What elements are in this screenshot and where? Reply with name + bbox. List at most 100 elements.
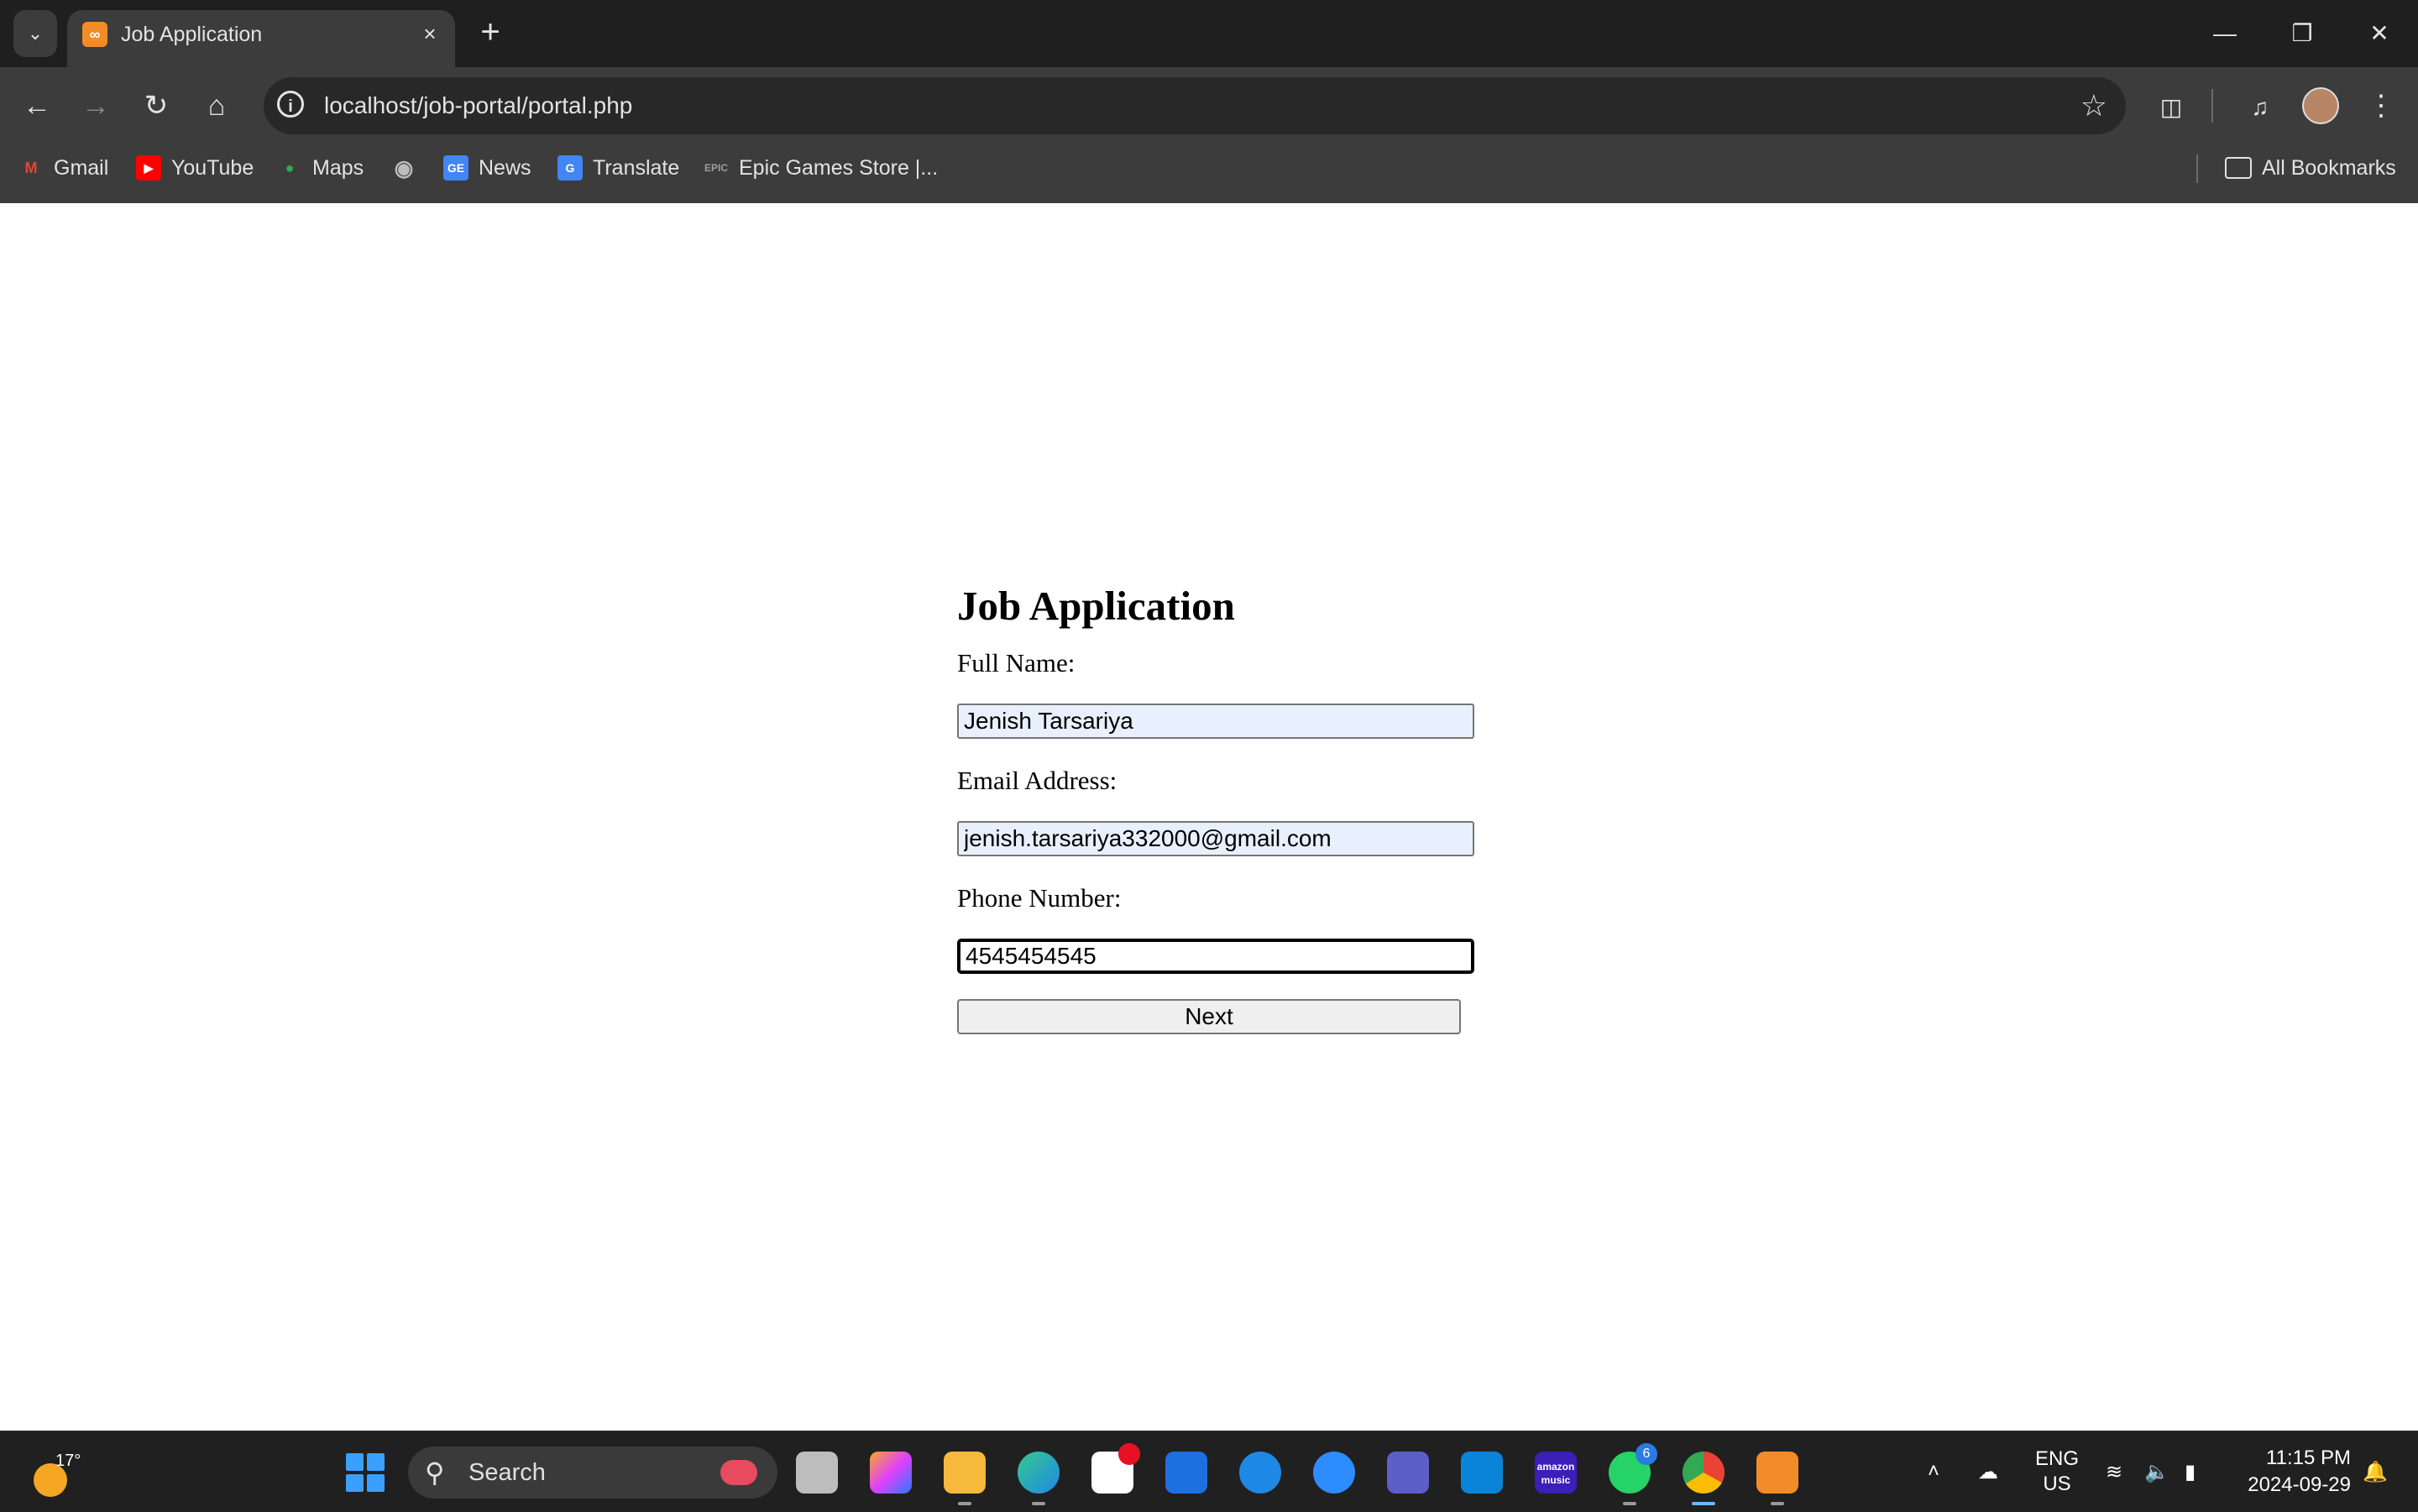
tab-strip: ⌄ ∞ Job Application × + — ❐ ✕ xyxy=(0,0,2418,67)
all-bookmarks-button[interactable]: All Bookmarks xyxy=(2225,144,2396,191)
clock[interactable]: 11:15 PM 2024-09-29 xyxy=(2233,1445,2351,1499)
minimize-button[interactable]: — xyxy=(2200,10,2250,57)
bookmark-youtube[interactable]: ▶ YouTube xyxy=(136,144,254,191)
phone-input[interactable] xyxy=(957,939,1474,974)
windows-logo-icon xyxy=(346,1453,364,1471)
bookmark-label: Maps xyxy=(312,155,364,180)
bookmark-label: Epic Games Store |... xyxy=(739,155,939,180)
bookmark-label: Gmail xyxy=(54,155,109,180)
news-icon: GE xyxy=(443,155,468,180)
toolbar-divider xyxy=(2211,89,2213,123)
site-info-icon[interactable]: i xyxy=(277,91,304,118)
running-indicator-active xyxy=(1692,1502,1715,1505)
url-text[interactable]: localhost/job-portal/portal.php xyxy=(324,77,632,134)
taskbar-search[interactable]: ⚲ Search xyxy=(408,1447,777,1499)
bookmark-gmail[interactable]: M Gmail xyxy=(18,144,109,191)
media-queue-icon: ♫ xyxy=(2251,94,2269,120)
lang-bottom: US xyxy=(2043,1473,2071,1495)
weather-widget[interactable]: 17° xyxy=(30,1448,81,1497)
bookmark-label: YouTube xyxy=(171,155,254,180)
maps-icon: ● xyxy=(285,160,295,176)
windows-logo-icon xyxy=(346,1474,364,1492)
bookmark-translate[interactable]: G Translate xyxy=(557,144,679,191)
bookmark-label: News xyxy=(479,155,531,180)
zoom-icon[interactable] xyxy=(1313,1452,1355,1494)
form-heading: Job Application xyxy=(957,583,1235,629)
reload-icon: ↻ xyxy=(144,90,169,122)
onedrive-error-icon[interactable]: ☁ xyxy=(1978,1431,1998,1512)
show-hidden-icons-button[interactable]: ˄ xyxy=(1928,1431,1939,1512)
bookmark-star-icon[interactable]: ☆ xyxy=(2080,77,2107,134)
bookmark-label: Translate xyxy=(593,155,680,180)
battery-icon[interactable]: ▮ xyxy=(2185,1431,2196,1512)
task-view-icon[interactable] xyxy=(796,1452,838,1494)
xampp-icon: ∞ xyxy=(82,22,107,47)
edge-icon[interactable] xyxy=(1018,1452,1060,1494)
start-button[interactable] xyxy=(346,1453,385,1492)
folder-icon xyxy=(2225,157,2252,179)
bookmark-maps[interactable]: ● Maps xyxy=(277,144,364,191)
whatsapp-badge: 6 xyxy=(1636,1443,1657,1465)
phone-label: Phone Number: xyxy=(957,883,1122,913)
notification-dot xyxy=(1118,1443,1140,1465)
search-icon: ⚲ xyxy=(425,1457,445,1488)
youtube-icon: ▶ xyxy=(136,155,161,180)
tab-job-application[interactable]: ∞ Job Application × xyxy=(67,10,455,67)
menu-button[interactable]: ⋮ xyxy=(2359,84,2403,128)
teams-icon[interactable] xyxy=(1387,1452,1429,1494)
extensions-button[interactable]: ◫ xyxy=(2149,84,2193,128)
back-button[interactable]: ← xyxy=(15,84,59,128)
notification-bell-icon[interactable]: 🔔 xyxy=(2363,1431,2388,1512)
home-button[interactable]: ⌂ xyxy=(195,84,238,128)
epic-games-icon: EPIC xyxy=(704,162,728,174)
restore-button[interactable]: ❐ xyxy=(2277,10,2327,57)
address-bar[interactable]: i localhost/job-portal/portal.php ☆ xyxy=(264,77,2126,134)
language-indicator[interactable]: ENG US xyxy=(2035,1431,2079,1512)
email-input[interactable] xyxy=(957,821,1474,856)
globe-icon: ◉ xyxy=(394,155,414,180)
reload-button[interactable]: ↻ xyxy=(134,84,178,128)
lang-top: ENG xyxy=(2035,1447,2080,1470)
all-bookmarks-label: All Bookmarks xyxy=(2262,155,2396,180)
job-application-form: Job Application Full Name: Email Address… xyxy=(957,579,1494,1034)
full-name-input[interactable] xyxy=(957,704,1474,739)
more-vert-icon: ⋮ xyxy=(2367,90,2395,122)
puzzle-icon: ◫ xyxy=(2159,94,2183,120)
amazon-music-icon[interactable]: amazon music xyxy=(1535,1452,1577,1494)
new-tab-button[interactable]: + xyxy=(470,13,510,54)
bookmark-news[interactable]: GE News xyxy=(443,144,531,191)
volume-muted-icon[interactable]: 🔈 xyxy=(2144,1431,2169,1512)
xampp-icon[interactable] xyxy=(1756,1452,1798,1494)
wifi-icon[interactable]: ≋ xyxy=(2106,1431,2122,1512)
copilot-icon[interactable] xyxy=(870,1452,912,1494)
chrome-icon[interactable] xyxy=(1683,1452,1725,1494)
running-indicator xyxy=(1623,1502,1636,1505)
clock-date: 2024-09-29 xyxy=(2248,1473,2351,1496)
windows-app-icon[interactable] xyxy=(1461,1452,1503,1494)
profile-avatar[interactable] xyxy=(2302,87,2339,124)
bookmark-epic-games[interactable]: EPIC Epic Games Store |... xyxy=(704,144,938,191)
running-indicator xyxy=(1771,1502,1784,1505)
window-close-button[interactable]: ✕ xyxy=(2354,10,2405,57)
weather-temp: 17° xyxy=(55,1452,81,1470)
bookmarks-divider xyxy=(2196,154,2198,183)
media-control-button[interactable]: ♫ xyxy=(2238,84,2282,128)
file-explorer-icon[interactable] xyxy=(944,1452,986,1494)
forward-button[interactable]: → xyxy=(74,84,118,128)
chevron-down-icon: ⌄ xyxy=(27,23,44,44)
clock-time: 11:15 PM xyxy=(2266,1447,2351,1469)
running-indicator xyxy=(1032,1502,1045,1505)
gmail-icon: M xyxy=(24,160,38,176)
bookmarks-bar: M Gmail ▶ YouTube ● Maps ◉ GE News G Tra… xyxy=(0,144,2418,205)
taskbar-search-label: Search xyxy=(468,1459,546,1486)
arrow-right-icon: → xyxy=(81,90,110,122)
close-icon[interactable]: × xyxy=(415,18,445,49)
bookmark-globe[interactable]: ◉ xyxy=(391,144,427,191)
next-button[interactable]: Next xyxy=(957,999,1461,1034)
chevron-up-icon: ˄ xyxy=(1928,1460,1940,1483)
home-icon: ⌂ xyxy=(207,90,226,122)
tab-search-button[interactable]: ⌄ xyxy=(13,10,57,57)
arrow-left-icon: ← xyxy=(23,90,51,122)
sync-icon[interactable] xyxy=(1239,1452,1281,1494)
app-icon[interactable] xyxy=(1165,1452,1207,1494)
